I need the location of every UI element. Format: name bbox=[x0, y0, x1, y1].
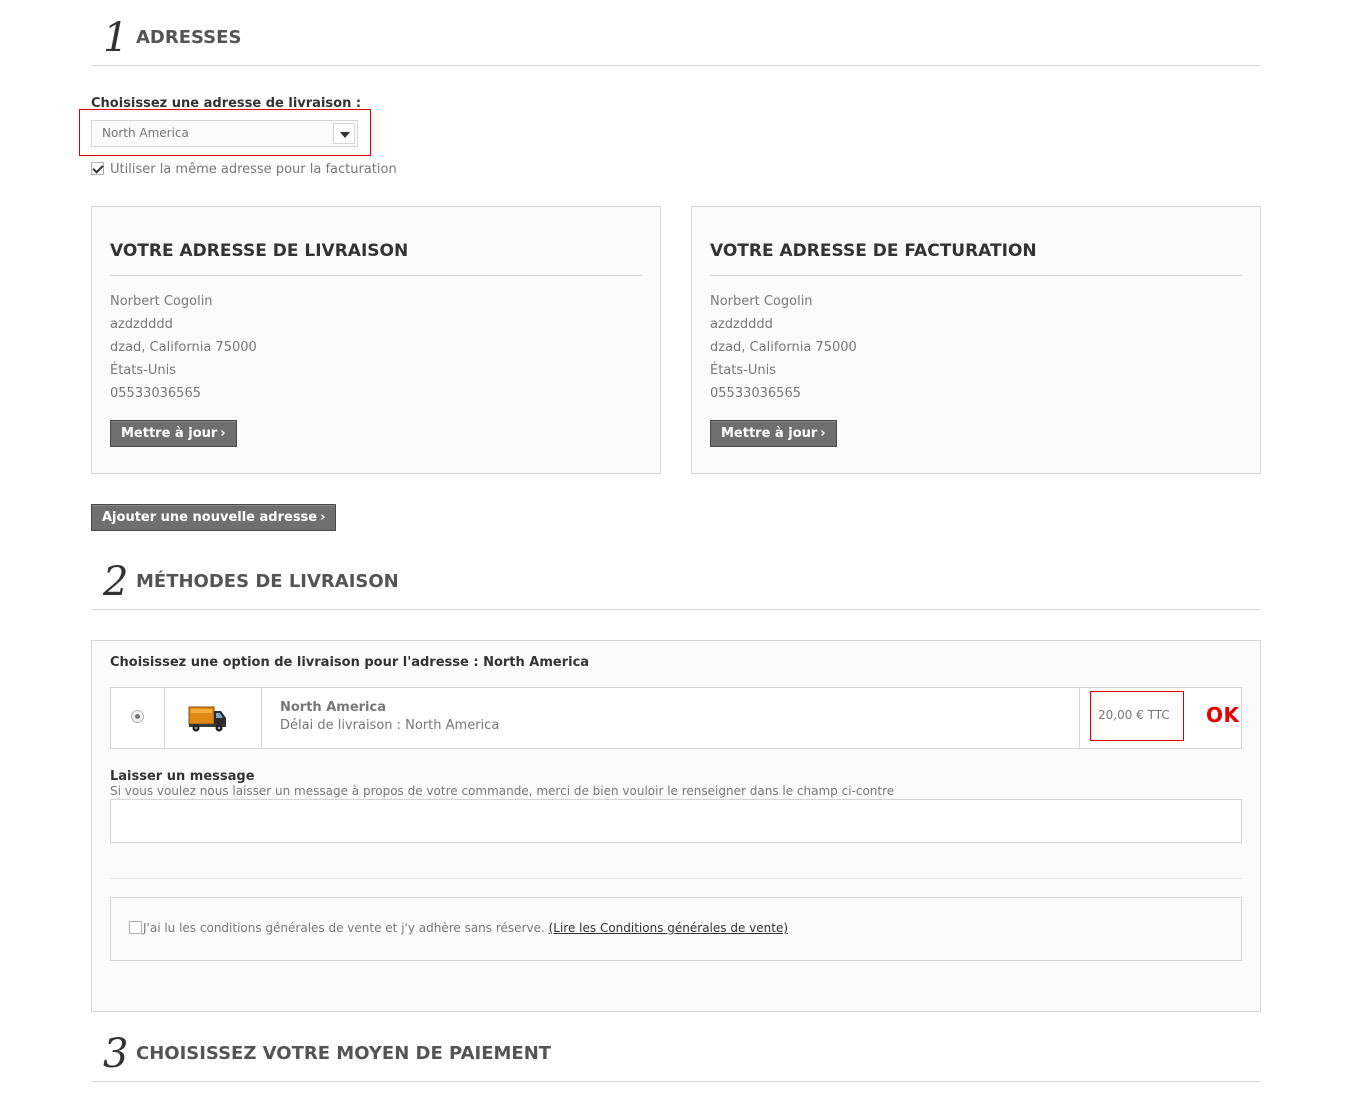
terms-option[interactable]: J'ai lu les conditions générales de vent… bbox=[129, 921, 788, 935]
step-shipping-heading: 2 MÉTHODES DE LIVRAISON bbox=[91, 544, 1261, 610]
add-new-address-button[interactable]: Ajouter une nouvelle adresse › bbox=[91, 504, 337, 531]
delivery-address-title: VOTRE ADRESSE DE LIVRAISON bbox=[110, 241, 642, 276]
carrier-delay: Délai de livraison : North America bbox=[280, 718, 500, 733]
step-number: 3 bbox=[103, 1031, 129, 1077]
address-line: dzad, California 75000 bbox=[110, 340, 257, 355]
terms-label: J'ai lu les conditions générales de vent… bbox=[143, 921, 545, 935]
address-line: dzad, California 75000 bbox=[710, 340, 857, 355]
same-billing-option[interactable]: Utiliser la même adresse pour la factura… bbox=[91, 162, 397, 177]
button-label: Ajouter une nouvelle adresse bbox=[102, 510, 318, 525]
button-label: Mettre à jour bbox=[721, 426, 818, 441]
same-billing-checkbox[interactable] bbox=[91, 162, 104, 175]
address-line: 05533036565 bbox=[110, 386, 201, 401]
button-label: Mettre à jour bbox=[121, 426, 218, 441]
update-delivery-address-button[interactable]: Mettre à jour › bbox=[110, 420, 237, 447]
ok-annotation: OK bbox=[1206, 703, 1240, 727]
chevron-down-icon[interactable] bbox=[333, 123, 355, 144]
carrier-info-cell: North America Délai de livraison : North… bbox=[262, 688, 1080, 748]
address-line: États-Unis bbox=[710, 363, 776, 378]
highlight-box-price bbox=[1090, 691, 1184, 741]
step-title: CHOISISSEZ VOTRE MOYEN DE PAIEMENT bbox=[136, 1043, 552, 1064]
address-line: azdzdddd bbox=[710, 317, 773, 332]
chevron-right-icon: › bbox=[220, 426, 226, 441]
delivery-address-lines: Norbert Cogolin azdzdddd dzad, Californi… bbox=[110, 293, 257, 408]
carrier-radio[interactable] bbox=[131, 710, 144, 723]
terms-box: J'ai lu les conditions générales de vent… bbox=[110, 897, 1242, 961]
message-textarea[interactable] bbox=[110, 799, 1242, 843]
step-number: 1 bbox=[103, 15, 129, 61]
address-line: Norbert Cogolin bbox=[710, 294, 813, 309]
chevron-right-icon: › bbox=[320, 510, 326, 525]
address-line: Norbert Cogolin bbox=[110, 294, 213, 309]
terms-link[interactable]: (Lire les Conditions générales de vente) bbox=[549, 921, 788, 935]
truck-icon bbox=[188, 706, 226, 732]
chevron-right-icon: › bbox=[820, 426, 826, 441]
selected-address: North America bbox=[102, 126, 189, 140]
delivery-address-box: VOTRE ADRESSE DE LIVRAISON Norbert Cogol… bbox=[91, 206, 661, 474]
billing-address-lines: Norbert Cogolin azdzdddd dzad, Californi… bbox=[710, 293, 857, 408]
carrier-radio-cell[interactable] bbox=[111, 688, 165, 748]
address-line: 05533036565 bbox=[710, 386, 801, 401]
divider bbox=[110, 878, 1242, 879]
step-number: 2 bbox=[103, 559, 129, 605]
carrier-name: North America bbox=[280, 700, 386, 715]
billing-address-title: VOTRE ADRESSE DE FACTURATION bbox=[710, 241, 1242, 276]
carrier-row[interactable]: North America Délai de livraison : North… bbox=[110, 687, 1242, 749]
message-title: Laisser un message bbox=[110, 769, 255, 784]
address-line: États-Unis bbox=[110, 363, 176, 378]
address-line: azdzdddd bbox=[110, 317, 173, 332]
shipping-option-title: Choisissez une option de livraison pour … bbox=[110, 655, 590, 670]
update-billing-address-button[interactable]: Mettre à jour › bbox=[710, 420, 837, 447]
step-title: MÉTHODES DE LIVRAISON bbox=[136, 571, 399, 592]
step-payment-heading: 3 CHOISISSEZ VOTRE MOYEN DE PAIEMENT bbox=[91, 1016, 1261, 1082]
shipping-options-box: Choisissez une option de livraison pour … bbox=[91, 640, 1261, 1012]
delivery-address-select[interactable]: North America bbox=[91, 120, 358, 147]
step-title: ADRESSES bbox=[136, 27, 242, 48]
carrier-logo-cell bbox=[165, 688, 262, 748]
step-addresses-heading: 1 ADRESSES bbox=[91, 0, 1261, 66]
message-help: Si vous voulez nous laisser un message à… bbox=[110, 784, 895, 798]
billing-address-box: VOTRE ADRESSE DE FACTURATION Norbert Cog… bbox=[691, 206, 1261, 474]
terms-checkbox[interactable] bbox=[129, 921, 142, 934]
same-billing-label: Utiliser la même adresse pour la factura… bbox=[110, 162, 397, 177]
